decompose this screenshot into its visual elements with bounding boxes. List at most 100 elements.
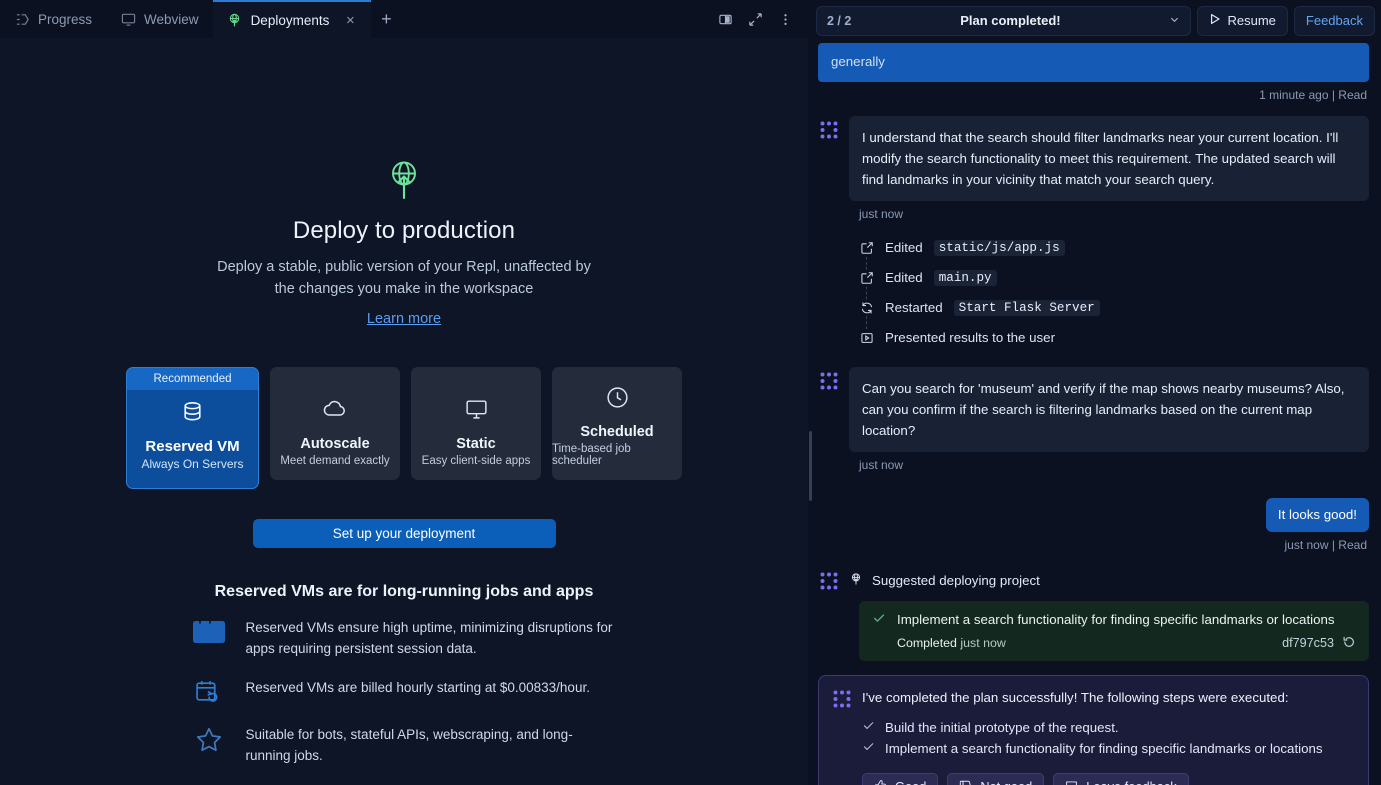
resume-label: Resume [1227, 13, 1276, 28]
leave-feedback-button[interactable]: Leave feedback [1053, 772, 1189, 785]
chat-message-agent: I understand that the search should filt… [818, 115, 1369, 201]
check-icon [872, 611, 886, 630]
suggestion-label: Suggested deploying project [872, 573, 1040, 589]
panel-toggle-icon[interactable] [712, 6, 738, 32]
features-list: Reserved VMs ensure high uptime, minimiz… [192, 617, 617, 784]
plan-step: Build the initial prototype of the reque… [862, 717, 1354, 739]
plan-summary-card: I've completed the plan successfully! Th… [818, 674, 1369, 785]
monitor-icon [120, 11, 136, 27]
message-meta: just now [859, 206, 904, 221]
card-static-desc: Easy client-side apps [421, 454, 531, 467]
feedback-button[interactable]: Feedback [1293, 5, 1375, 36]
scroll-indicator[interactable] [809, 431, 812, 501]
message-meta: just now | Read [1284, 538, 1368, 553]
not-good-button[interactable]: Not good [947, 772, 1045, 785]
card-reserved-vm-desc: Always On Servers [141, 457, 244, 471]
features-title: Reserved VMs are for long-running jobs a… [214, 582, 594, 600]
edit-file-icon [859, 270, 874, 285]
good-button[interactable]: Good [862, 772, 939, 785]
agent-action-list: Edited static/js/app.js Edited main.py R… [859, 233, 1369, 353]
task-status-prefix: Completed [897, 636, 957, 651]
tab-deployments-label: Deployments [250, 12, 330, 28]
commit-hash: df797c53 [1282, 636, 1334, 651]
database-icon [180, 400, 205, 430]
action-target: Start Flask Server [953, 299, 1100, 316]
task-status-time: just now [960, 636, 1006, 651]
pane-toolbar [712, 0, 808, 38]
completed-task-card[interactable]: Implement a search functionality for fin… [859, 601, 1369, 661]
deploy-globe-icon [385, 160, 423, 207]
action-item[interactable]: Edited main.py [859, 263, 1369, 293]
action-verb: Edited [885, 270, 923, 286]
close-icon[interactable]: × [343, 13, 357, 28]
tab-webview[interactable]: Webview [106, 0, 213, 38]
plan-summary-header: I've completed the plan successfully! Th… [831, 688, 1354, 710]
tab-bar-spacer [401, 0, 712, 38]
suggestion-label-wrap: Suggested deploying project [849, 572, 1040, 590]
action-verb: Restarted [885, 300, 943, 316]
tab-progress-label: Progress [38, 11, 93, 27]
page-title: Deploy to production [292, 217, 516, 244]
card-scheduled[interactable]: Scheduled Time-based job scheduler [552, 366, 682, 480]
chevron-down-icon [1169, 14, 1180, 28]
star-icon [192, 724, 226, 766]
expand-icon[interactable] [742, 6, 768, 32]
clock-icon [605, 385, 630, 415]
agent-avatar-icon [818, 371, 839, 392]
deployments-pane: Progress Webview Deployments × + Deploy … [0, 0, 808, 785]
check-icon [862, 738, 875, 759]
action-verb: Presented results to the user [885, 330, 1055, 346]
card-autoscale[interactable]: Autoscale Meet demand exactly [270, 366, 400, 480]
agent-header: 2 / 2 Plan completed! Resume Feedback [808, 0, 1381, 41]
agent-avatar-icon [818, 570, 839, 591]
feedback-label: Feedback [1305, 13, 1363, 28]
good-label: Good [895, 779, 926, 785]
chat-transcript[interactable]: generally 1 minute ago | Read I understa… [808, 41, 1381, 785]
feedback-buttons: Good Not good [862, 772, 1354, 785]
leave-feedback-label: Leave feedback [1086, 779, 1176, 785]
chat-message-agent: Can you search for 'museum' and verify i… [818, 366, 1369, 452]
add-tab-button[interactable]: + [371, 0, 401, 38]
more-vertical-icon[interactable] [772, 6, 798, 32]
task-commit[interactable]: df797c53 [1282, 635, 1356, 652]
card-reserved-vm[interactable]: Recommended Reserved VM Always On Server… [126, 366, 259, 489]
action-target: main.py [933, 269, 997, 286]
plan-step-count: 2 / 2 [827, 13, 852, 28]
play-icon [1209, 13, 1221, 28]
tab-progress[interactable]: Progress [0, 0, 106, 38]
plan-summary-steps: Build the initial prototype of the reque… [862, 717, 1354, 760]
check-icon [862, 717, 875, 738]
setup-deployment-button[interactable]: Set up your deployment [252, 518, 556, 548]
learn-more-link[interactable]: Learn more [367, 311, 441, 327]
plan-step-label: Implement a search functionality for fin… [885, 741, 1323, 757]
action-item[interactable]: Edited static/js/app.js [859, 233, 1369, 263]
chat-message-user: It looks good! [818, 497, 1369, 533]
message-meta: just now [859, 457, 904, 472]
progress-icon [14, 11, 30, 27]
user-message-text: generally [818, 43, 1369, 82]
card-scheduled-desc: Time-based job scheduler [552, 442, 631, 467]
tab-deployments[interactable]: Deployments × [212, 0, 372, 38]
monitor-icon [464, 397, 489, 427]
agent-message-text: I understand that the search should filt… [849, 115, 1369, 201]
card-static-name: Static [456, 435, 496, 452]
card-reserved-vm-body: Reserved VM Always On Servers [141, 390, 244, 488]
chat-message-user-partial: generally [818, 43, 1369, 82]
feature-item: Suitable for bots, stateful APIs, webscr… [192, 724, 617, 766]
plan-status-dropdown[interactable]: 2 / 2 Plan completed! [816, 5, 1192, 36]
server-icon [192, 617, 226, 659]
card-reserved-vm-name: Reserved VM [145, 438, 240, 455]
message-meta: 1 minute ago | Read [1259, 87, 1367, 102]
deploy-globe-icon [849, 572, 863, 590]
task-title: Implement a search functionality for fin… [897, 612, 1335, 628]
card-static[interactable]: Static Easy client-side apps [411, 366, 541, 480]
edit-file-icon [859, 240, 874, 255]
action-item[interactable]: Presented results to the user [859, 323, 1369, 353]
comment-icon [1065, 779, 1078, 785]
plan-status-label: Plan completed! [960, 13, 1061, 28]
card-scheduled-name: Scheduled [580, 423, 654, 440]
plan-step-label: Build the initial prototype of the reque… [885, 719, 1119, 735]
resume-button[interactable]: Resume [1197, 5, 1288, 36]
revert-icon[interactable] [1342, 635, 1356, 652]
action-item[interactable]: Restarted Start Flask Server [859, 293, 1369, 323]
